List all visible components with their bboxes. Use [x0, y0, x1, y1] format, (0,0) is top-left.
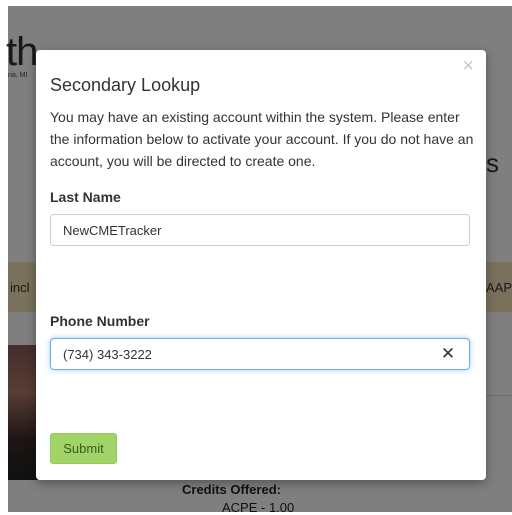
phone-number-input[interactable]: [50, 338, 470, 370]
clear-input-icon[interactable]: ✕: [440, 344, 456, 364]
submit-button[interactable]: Submit: [50, 433, 117, 464]
last-name-label: Last Name: [50, 189, 121, 205]
last-name-input[interactable]: [50, 214, 470, 246]
modal-description: You may have an existing account within …: [50, 109, 474, 169]
secondary-lookup-modal: × Secondary Lookup You may have an exist…: [36, 50, 486, 480]
modal-title: Secondary Lookup: [50, 75, 201, 95]
close-icon[interactable]: ×: [462, 56, 474, 76]
phone-number-label: Phone Number: [50, 313, 150, 329]
left-strip: [0, 0, 8, 512]
